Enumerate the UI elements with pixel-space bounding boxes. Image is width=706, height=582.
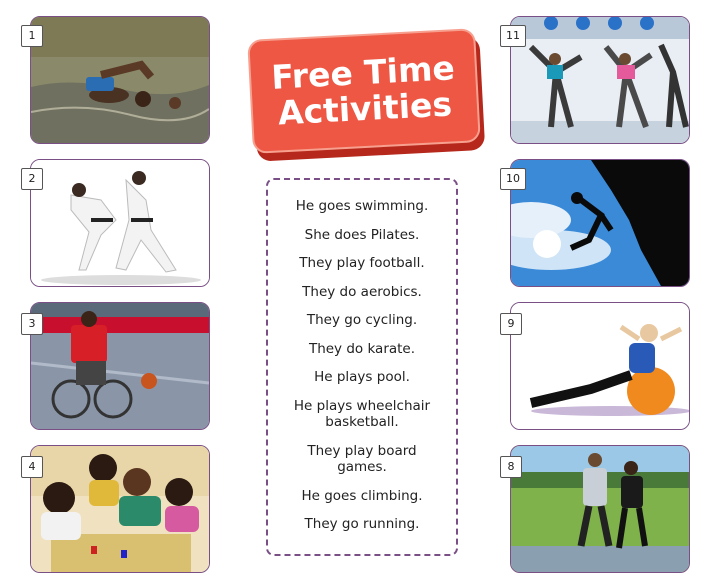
photo-9-pilates — [510, 302, 690, 430]
card-number-2: 2 — [21, 168, 43, 190]
title-badge: Free Time Activities — [247, 28, 486, 162]
activity-item: They do aerobics. — [302, 283, 422, 300]
photo-3-wheelchair-basketball — [30, 302, 210, 430]
title-badge-face: Free Time Activities — [247, 28, 481, 154]
activity-list: He goes swimming. She does Pilates. They… — [266, 178, 458, 556]
card-number-1: 1 — [21, 25, 43, 47]
activity-item: They play football. — [299, 255, 425, 271]
photo-8-running — [510, 445, 690, 573]
card-number-11: 11 — [500, 25, 526, 47]
photo-2-karate — [30, 159, 210, 287]
activity-item: They do karate. — [308, 340, 416, 357]
activity-item: He goes swimming. — [295, 198, 429, 214]
activity-item: He goes climbing. — [301, 487, 423, 504]
card-number-8: 8 — [500, 456, 522, 478]
card-number-10: 10 — [500, 168, 526, 190]
activity-item: They play board games. — [307, 442, 417, 476]
activity-item: She does Pilates. — [304, 226, 420, 243]
activity-item: They go running. — [304, 516, 420, 532]
photo-11-aerobics — [510, 16, 690, 144]
photo-1-swimming — [30, 16, 210, 144]
card-number-4: 4 — [21, 456, 43, 478]
activity-item: He plays wheelchair basketball. — [293, 397, 431, 431]
card-number-9: 9 — [500, 313, 522, 335]
title-line-2: Activities — [276, 84, 453, 133]
card-number-3: 3 — [21, 313, 43, 335]
activity-item: They go cycling. — [306, 312, 418, 328]
activity-item: He plays pool. — [314, 369, 410, 385]
photo-4-board-games — [30, 445, 210, 573]
photo-10-climbing — [510, 159, 690, 287]
